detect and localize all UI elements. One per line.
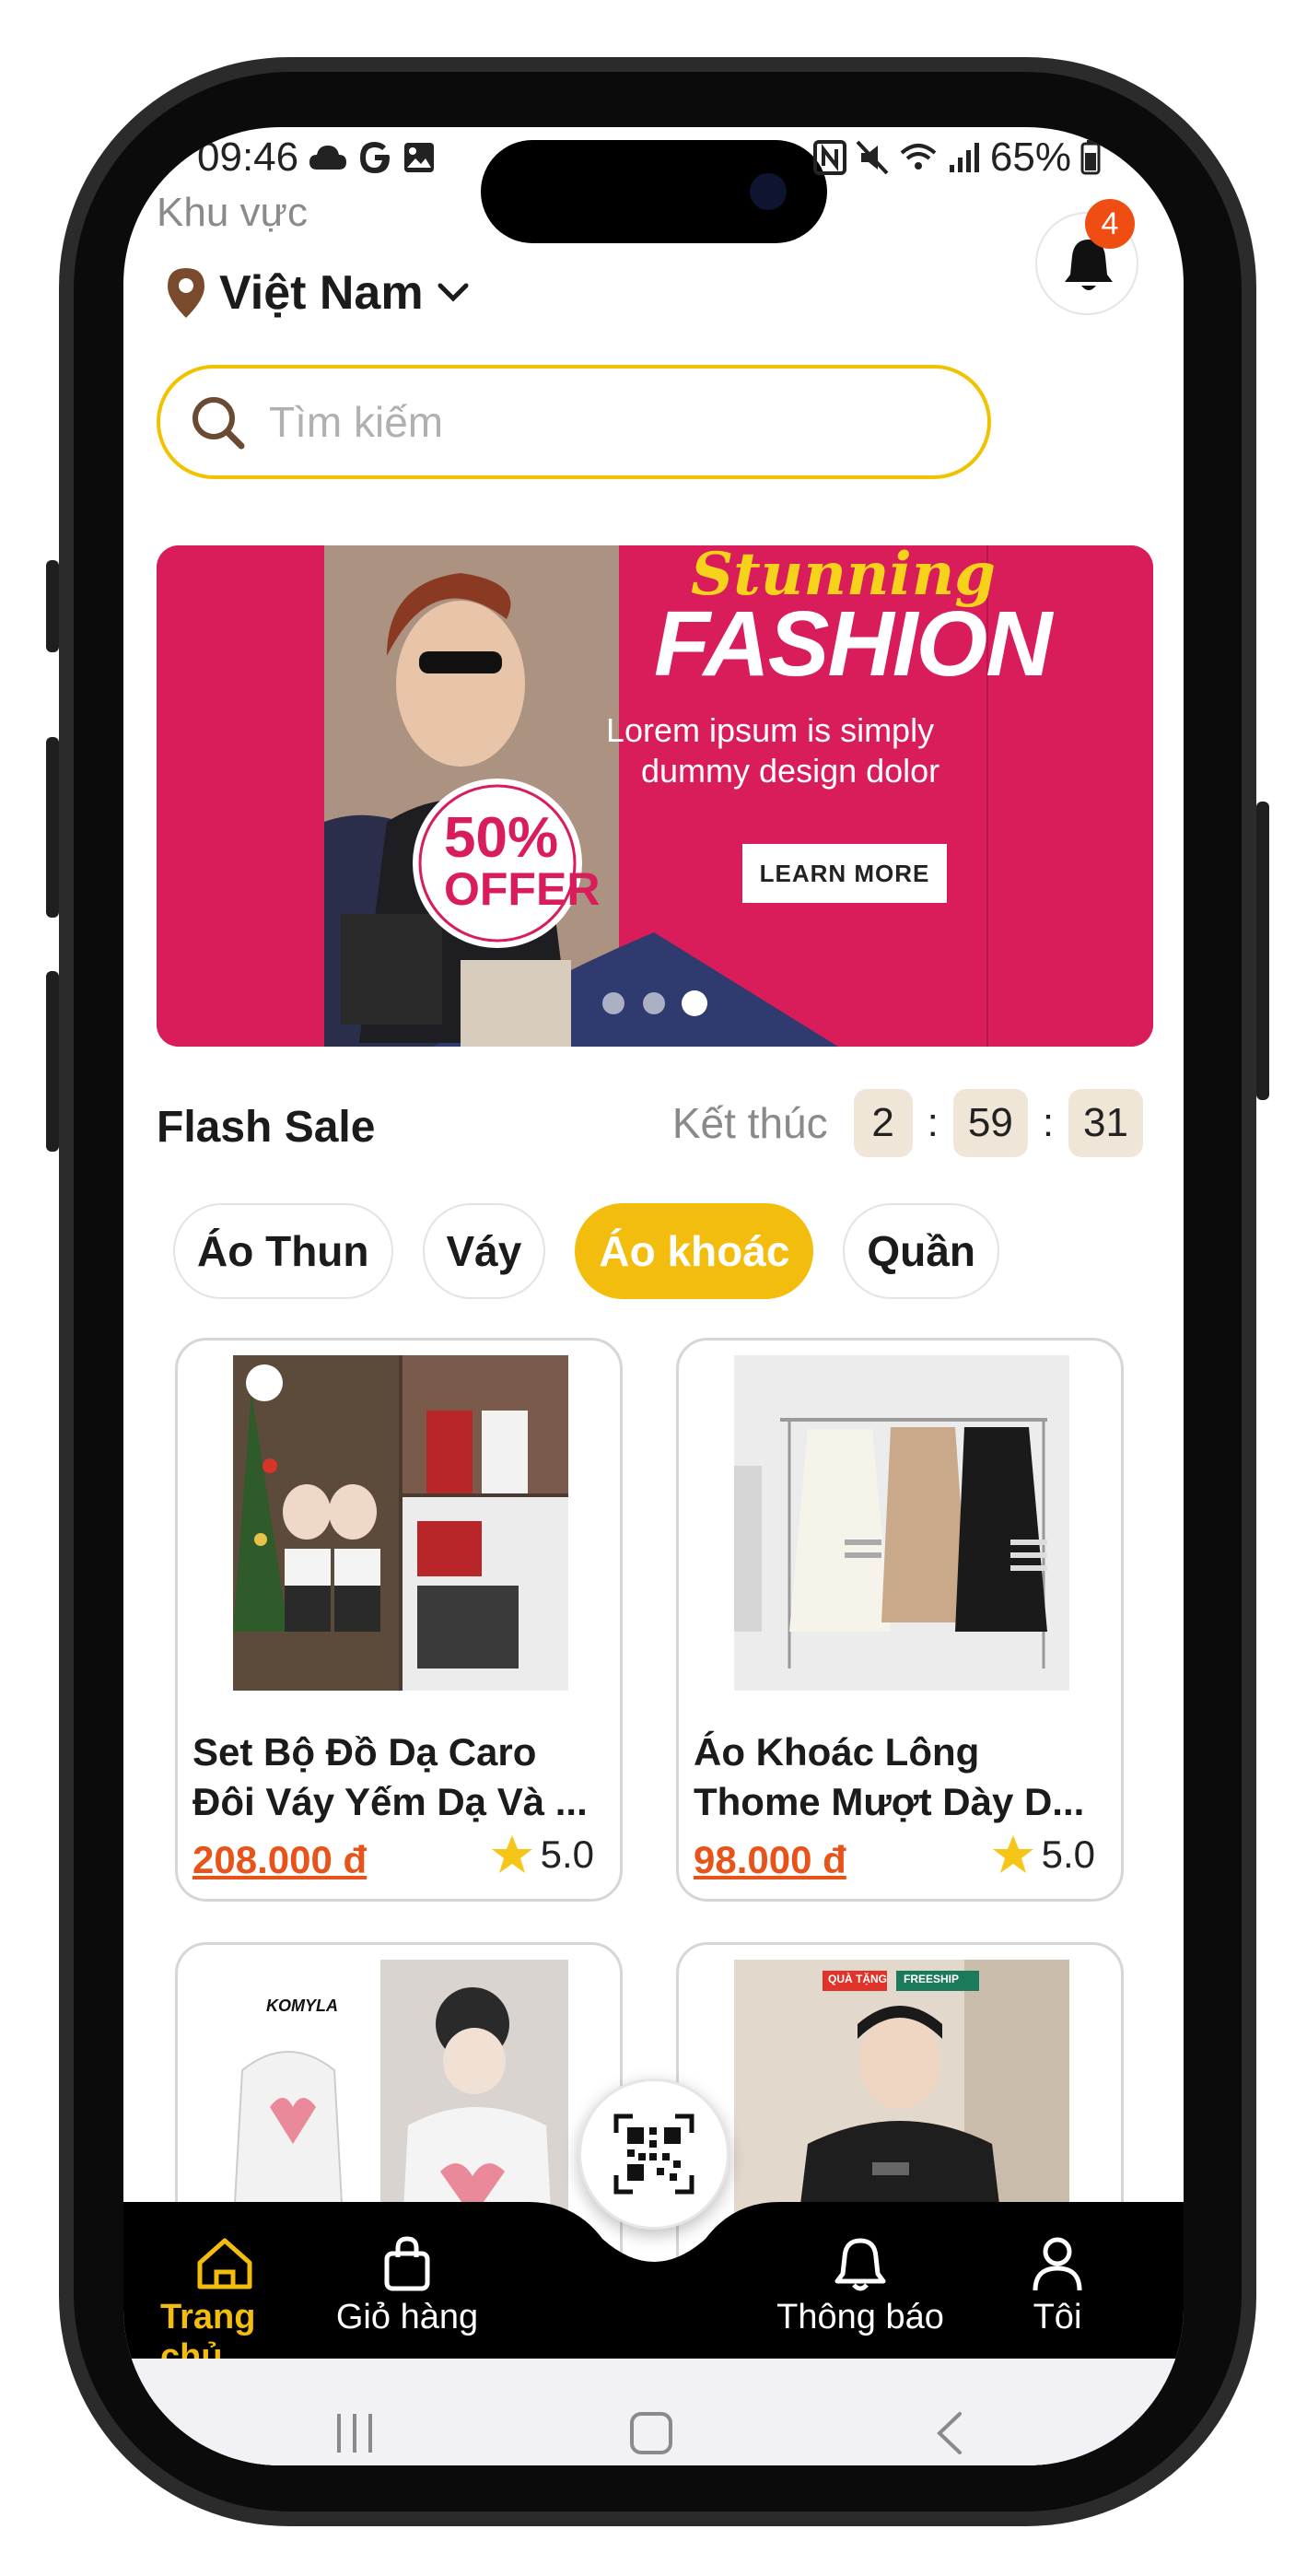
product-rating: 5.0 (992, 1832, 1095, 1877)
home-system-icon[interactable] (628, 2410, 674, 2456)
screen: 09:46 65% Khu vực Việt Nam 4 Tìm kiếm St… (123, 127, 1184, 2465)
user-icon (1033, 2237, 1082, 2291)
category-chip-ao-thun[interactable]: Áo Thun (173, 1203, 393, 1299)
category-chip-vay[interactable]: Váy (422, 1203, 546, 1299)
image-icon (404, 143, 435, 172)
notification-badge: 4 (1085, 199, 1135, 249)
product-card[interactable]: Set Bộ Đồ Dạ Caro Đôi Váy Yếm Dạ Và ... 2… (175, 1338, 623, 1902)
product-rating: 5.0 (491, 1832, 594, 1877)
nav-profile-label: Tôi (1033, 2298, 1082, 2336)
search-icon (193, 397, 245, 450)
nav-home[interactable]: Trang chủ (160, 2235, 289, 2377)
action-button (46, 560, 59, 652)
banner-offer-word: OFFER (444, 863, 601, 915)
bell-icon (834, 2238, 886, 2291)
mute-icon (856, 140, 889, 175)
timer-label: Kết thúc (671, 1099, 828, 1147)
freeship-tag: FREESHIP (904, 1973, 960, 1985)
product-image (233, 1355, 568, 1691)
timer-seconds: 31 (1068, 1089, 1143, 1157)
banner-title: FASHION (654, 592, 1052, 696)
banner-subtitle-2: dummy design dolor (641, 752, 940, 790)
status-bar-right: 65% (812, 135, 1101, 181)
battery-percent: 65% (989, 135, 1071, 180)
product-price: 98.000 đ (694, 1838, 846, 1881)
product-photo-fleece-jackets (734, 1355, 1069, 1691)
flash-sale-title: Flash Sale (157, 1103, 376, 1152)
timer-separator: : (1042, 1100, 1055, 1145)
nav-notifications[interactable]: Thông báo (768, 2235, 952, 2337)
region-selector[interactable]: Việt Nam (166, 265, 470, 321)
cloud-icon (309, 146, 347, 170)
rating-value: 5.0 (540, 1832, 594, 1876)
timer-minutes: 59 (952, 1089, 1028, 1157)
category-chip-quan[interactable]: Quần (843, 1203, 999, 1299)
recent-apps-icon[interactable] (332, 2410, 378, 2456)
status-bar-left: 09:46 (197, 135, 437, 181)
product-card[interactable]: Áo Khoác Lông Thome Mượt Dày D... 98.000 … (676, 1338, 1124, 1902)
front-camera (750, 173, 787, 210)
region-value: Việt Nam (219, 266, 424, 320)
product-image (734, 1355, 1069, 1691)
signal-icon (949, 143, 979, 172)
home-icon (197, 2238, 252, 2289)
gift-tag: QUÀ TẶNG (828, 1973, 887, 1985)
shopping-bag-icon (384, 2236, 430, 2291)
category-chip-ao-khoac[interactable]: Áo khoác (575, 1203, 814, 1299)
product-price: 208.000 đ (193, 1838, 368, 1881)
back-icon[interactable] (930, 2410, 967, 2456)
banner-cta-button[interactable]: LEARN MORE (742, 844, 947, 903)
volume-down-button (46, 971, 59, 1152)
google-icon (360, 142, 391, 173)
system-nav-bar (123, 2359, 1184, 2465)
promo-banner[interactable]: Stunning FASHION Lorem ipsum is simply d… (157, 545, 1153, 1047)
star-icon (992, 1835, 1033, 1873)
clock: 09:46 (197, 135, 299, 180)
brand-text: KOMYLA (266, 1996, 338, 2015)
volume-up-button (46, 737, 59, 918)
product-name: Áo Khoác Lông Thome Mượt Dày D... (694, 1730, 1085, 1823)
location-pin-icon (168, 268, 204, 318)
region-label: Khu vực (157, 190, 308, 235)
qr-code-icon (613, 2113, 694, 2195)
search-input[interactable] (267, 396, 912, 448)
nav-notifications-label: Thông báo (776, 2298, 944, 2336)
battery-icon (1080, 140, 1101, 175)
wifi-icon (900, 144, 937, 170)
search-bar[interactable] (157, 365, 991, 479)
timer-separator: : (927, 1100, 939, 1145)
chevron-down-icon (438, 283, 469, 302)
timer-hours: 2 (853, 1089, 913, 1157)
nav-profile[interactable]: Tôi (1011, 2235, 1103, 2337)
category-chips: Áo Thun Váy Áo khoác Quần (173, 1203, 999, 1299)
qr-scan-button[interactable] (578, 2078, 729, 2230)
nfc-icon (812, 140, 846, 175)
star-icon (491, 1835, 532, 1873)
power-button (1256, 802, 1269, 1100)
nav-cart-label: Giỏ hàng (335, 2298, 479, 2336)
banner-offer-number: 50% (444, 806, 559, 870)
nav-cart[interactable]: Giỏ hàng (333, 2235, 481, 2337)
product-name: Set Bộ Đồ Dạ Caro Đôi Váy Yếm Dạ Và ... (193, 1730, 588, 1823)
rating-value: 5.0 (1041, 1832, 1095, 1876)
banner-subtitle-1: Lorem ipsum is simply (606, 711, 935, 749)
product-photo-plaid-set (233, 1355, 568, 1691)
flash-sale-timer: Kết thúc 2 : 59 : 31 (672, 1089, 1143, 1157)
